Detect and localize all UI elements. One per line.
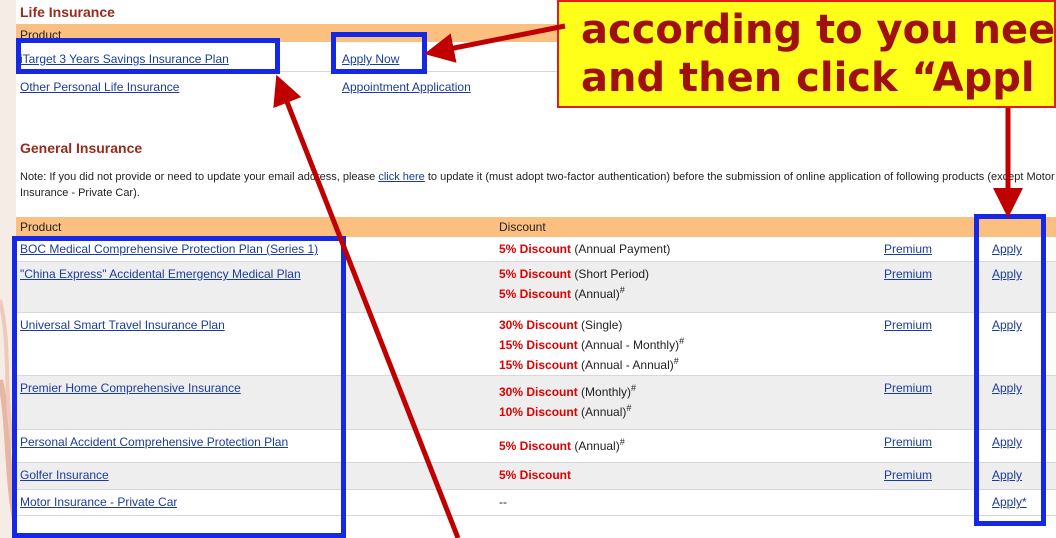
discount-cell: 5% Discount — [499, 467, 571, 483]
highlight-box-itarget — [16, 38, 280, 74]
discount-line: 5% Discount (Annual)# — [499, 282, 649, 302]
life-product-link-other[interactable]: Other Personal Life Insurance — [20, 80, 179, 94]
discount-footnote-mark: # — [619, 285, 625, 295]
general-header-product: Product — [20, 220, 62, 234]
discount-cell: 5% Discount (Short Period) 5% Discount (A… — [499, 266, 649, 302]
discount-footnote-mark: # — [619, 437, 625, 447]
discount-line: 5% Discount — [499, 467, 571, 483]
discount-cell: -- — [499, 494, 507, 510]
discount-footnote-mark: # — [626, 403, 632, 413]
general-table-header: Product Discount — [16, 217, 1056, 237]
discount-detail: (Annual) — [571, 439, 620, 453]
discount-footnote-mark: # — [679, 336, 685, 346]
premium-link[interactable]: Premium — [884, 468, 932, 482]
discount-cell: 30% Discount (Monthly)# 10% Discount (Ann… — [499, 380, 636, 420]
discount-line: 10% Discount (Annual)# — [499, 400, 636, 420]
email-update-note: Note: If you did not provide or need to … — [20, 169, 1056, 201]
discount-empty: -- — [499, 495, 507, 509]
discount-line: 15% Discount (Annual - Annual)# — [499, 353, 684, 373]
discount-cell: 5% Discount (Annual)# — [499, 434, 625, 454]
discount-rate: 30% Discount — [499, 385, 578, 399]
premium-link[interactable]: Premium — [884, 242, 932, 256]
discount-detail: (Annual) — [577, 405, 627, 419]
discount-rate: 30% Discount — [499, 318, 578, 332]
discount-line: 5% Discount (Short Period) — [499, 266, 649, 282]
highlight-box-apply-now — [331, 32, 427, 74]
discount-line: 30% Discount (Single) — [499, 317, 684, 333]
discount-line: 5% Discount (Annual)# — [499, 434, 625, 454]
click-here-link[interactable]: click here — [378, 171, 424, 183]
general-insurance-title: General Insurance — [20, 140, 143, 156]
discount-rate: 15% Discount — [499, 338, 578, 352]
discount-footnote-mark: # — [631, 383, 637, 393]
discount-detail: (Monthly) — [577, 385, 632, 399]
discount-rate: 5% Discount — [499, 267, 572, 281]
discount-cell: 5% Discount (Annual Payment) — [499, 241, 670, 257]
appointment-application-link[interactable]: Appointment Application — [342, 80, 471, 94]
discount-rate: 5% Discount — [499, 439, 572, 453]
highlight-box-products — [12, 236, 346, 538]
discount-cell: 30% Discount (Single) 15% Discount (Annua… — [499, 317, 684, 373]
discount-line: 15% Discount (Annual - Monthly)# — [499, 333, 684, 353]
highlight-box-apply-column — [974, 214, 1046, 526]
discount-detail: (Short Period) — [571, 267, 650, 281]
premium-link[interactable]: Premium — [884, 267, 932, 281]
discount-detail: (Annual - Monthly) — [577, 338, 680, 352]
premium-link[interactable]: Premium — [884, 435, 932, 449]
discount-rate: 5% Discount — [499, 287, 572, 301]
discount-rate: 15% Discount — [499, 358, 578, 372]
discount-rate: 5% Discount — [499, 468, 572, 482]
discount-line: 5% Discount (Annual Payment) — [499, 241, 670, 257]
premium-link[interactable]: Premium — [884, 318, 932, 332]
callout-line-2: and then click “Appl — [581, 55, 1035, 101]
premium-link[interactable]: Premium — [884, 381, 932, 395]
discount-detail: (Annual - Annual) — [577, 358, 674, 372]
general-header-discount: Discount — [499, 220, 546, 234]
instruction-callout: according to you nee and then click “App… — [557, 0, 1056, 108]
discount-detail: (Annual Payment) — [571, 242, 671, 256]
discount-rate: 5% Discount — [499, 242, 572, 256]
callout-line-1: according to you nee — [581, 7, 1056, 53]
discount-detail: (Annual) — [571, 287, 620, 301]
discount-detail: (Single) — [577, 318, 623, 332]
discount-line: 30% Discount (Monthly)# — [499, 380, 636, 400]
note-text-before: Note: If you did not provide or need to … — [20, 171, 379, 183]
life-insurance-title: Life Insurance — [20, 4, 115, 20]
discount-footnote-mark: # — [673, 356, 679, 366]
discount-rate: 10% Discount — [499, 405, 578, 419]
